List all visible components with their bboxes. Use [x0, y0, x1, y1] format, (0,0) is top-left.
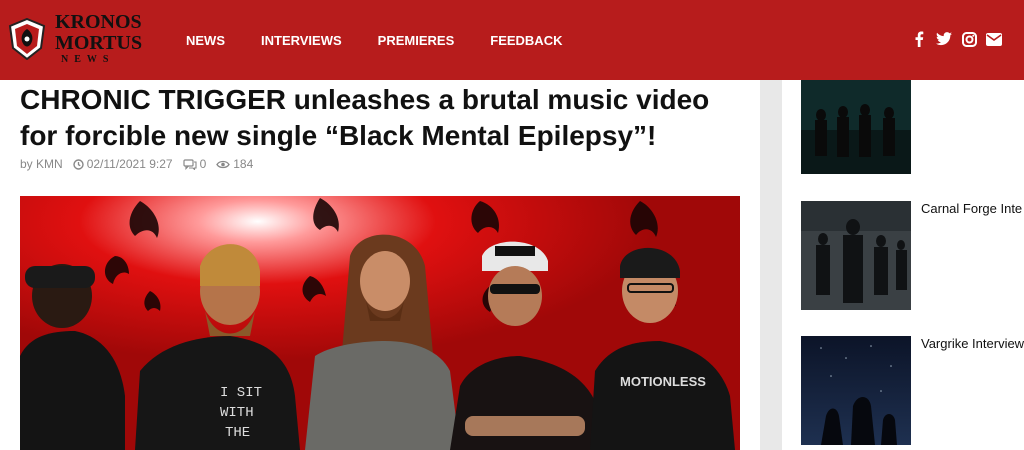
- sidebar: Carnal Forge Inte Vargrike Interview: [782, 80, 1024, 450]
- comments-count: 0: [199, 157, 207, 171]
- main-nav: NEWS INTERVIEWS PREMIERES FEEDBACK: [186, 0, 598, 80]
- author-meta: by KMN: [20, 157, 63, 171]
- site-logo[interactable]: KRONOS MORTUS NEWS: [55, 12, 142, 65]
- views-meta: 184: [216, 157, 253, 171]
- clock-icon: [73, 158, 84, 170]
- nav-item-feedback[interactable]: FEEDBACK: [490, 33, 562, 48]
- comments-meta[interactable]: 0: [182, 157, 207, 171]
- eye-icon: [216, 160, 231, 168]
- svg-text:I SIT: I SIT: [220, 385, 262, 401]
- sidebar-post-thumbnail[interactable]: [801, 336, 911, 445]
- logo-badge-icon[interactable]: [8, 17, 46, 61]
- article-title[interactable]: CHRONIC TRIGGER unleashes a brutal music…: [20, 82, 740, 154]
- twitter-icon[interactable]: [936, 31, 952, 47]
- nav-item-premieres[interactable]: PREMIERES: [378, 33, 455, 48]
- column-gutter: [760, 80, 782, 450]
- article-date: 02/11/2021 9:27: [86, 157, 173, 171]
- logo-line-news: NEWS: [61, 54, 115, 65]
- nav-item-interviews[interactable]: INTERVIEWS: [261, 33, 342, 48]
- article-main: CHRONIC TRIGGER unleashes a brutal music…: [0, 80, 760, 450]
- sidebar-post-thumbnail[interactable]: [801, 80, 911, 174]
- svg-text:MOTIONLESS: MOTIONLESS: [620, 374, 706, 389]
- email-icon[interactable]: [986, 31, 1002, 47]
- social-links: [911, 31, 1002, 47]
- author-prefix: by: [20, 157, 33, 171]
- date-meta: 02/11/2021 9:27: [73, 157, 173, 171]
- article-meta: by KMN 02/11/2021 9:27 0 184: [20, 157, 263, 171]
- sidebar-post-title[interactable]: Vargrike Interview: [921, 336, 1024, 351]
- facebook-icon[interactable]: [911, 31, 927, 47]
- logo-line-mortus: MORTUS: [55, 32, 143, 54]
- logo-line-kronos: KRONOS: [55, 11, 142, 33]
- views-count: 184: [233, 157, 254, 171]
- svg-text:WITH: WITH: [220, 405, 254, 421]
- svg-text:THE: THE: [225, 425, 250, 441]
- sidebar-post-thumbnail[interactable]: [801, 201, 911, 310]
- instagram-icon[interactable]: [961, 31, 977, 47]
- site-header: KRONOS MORTUS NEWS NEWS INTERVIEWS PREMI…: [0, 0, 1024, 80]
- nav-item-news[interactable]: NEWS: [186, 33, 225, 48]
- comments-icon: [182, 158, 197, 170]
- sidebar-post-title[interactable]: Carnal Forge Inte: [921, 201, 1022, 216]
- author-link[interactable]: KMN: [36, 157, 63, 171]
- article-hero-image[interactable]: I SIT WITH THE MOTIONLESS: [20, 196, 740, 450]
